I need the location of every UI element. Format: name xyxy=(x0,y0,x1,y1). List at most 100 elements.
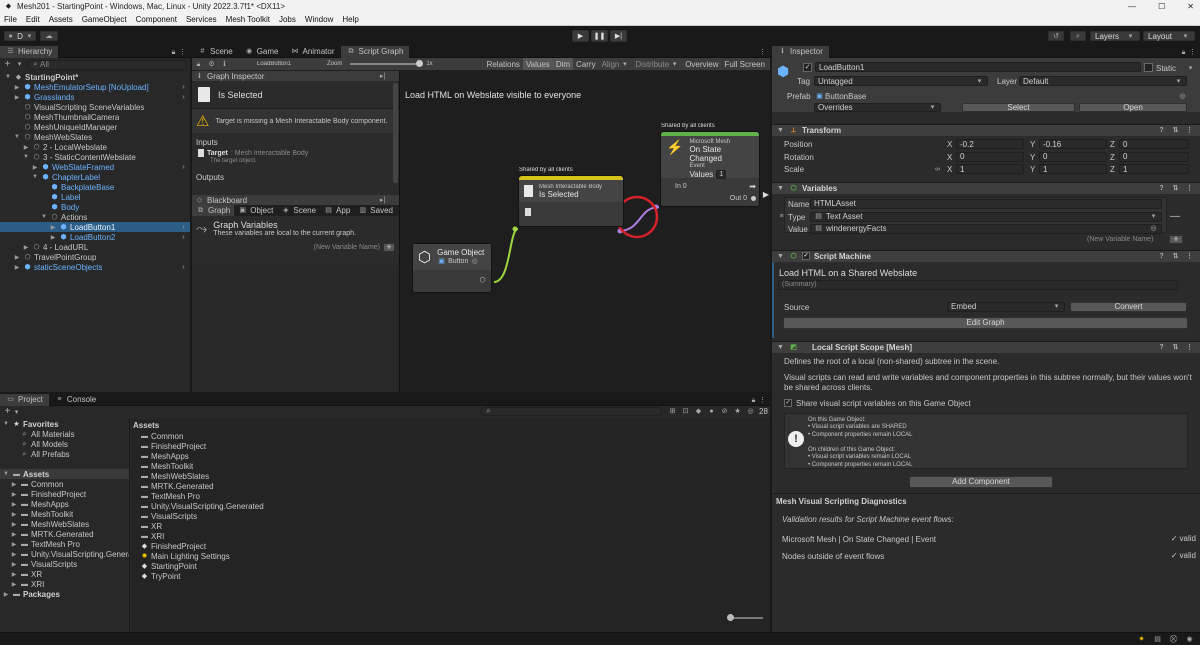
caret-right-icon[interactable]: ▶ xyxy=(13,254,21,261)
caret-right-icon[interactable]: ▶ xyxy=(22,244,30,251)
tab-game[interactable]: ◉ Game xyxy=(239,46,285,58)
hierarchy-item[interactable]: ⬢ BackplateBase xyxy=(0,182,190,192)
asset-folder[interactable]: ▬ Unity.VisualScripting.Generated xyxy=(140,501,770,511)
menu-help[interactable]: Help xyxy=(342,15,358,24)
hierarchy-item[interactable]: ▶ ⬢ LoadButton2 › xyxy=(0,232,190,242)
info-icon[interactable]: ℹ xyxy=(220,60,229,69)
collapse-icon[interactable]: ▸| xyxy=(378,72,387,81)
assets-breadcrumb[interactable]: Assets xyxy=(131,419,770,431)
open-button[interactable]: Open xyxy=(1079,103,1187,112)
help-icon[interactable]: ? xyxy=(1157,126,1166,135)
menu-component[interactable]: Component xyxy=(136,15,177,24)
transform-x-field[interactable]: 1 xyxy=(956,164,1024,174)
blackboard-tab-app[interactable]: ▤ App xyxy=(320,205,354,216)
hierarchy-item[interactable]: ▼ ⬡ MeshWebSlates xyxy=(0,132,190,142)
caret-right-icon[interactable]: ▶ xyxy=(10,581,18,588)
transform-x-field[interactable]: -0.2 xyxy=(956,139,1024,149)
hierarchy-item[interactable]: ▶ ⬡ 2 - LocalWebslate xyxy=(0,142,190,152)
hierarchy-item[interactable]: ▼ ⬡ 3 - StaticContentWebslate xyxy=(0,152,190,162)
local-scope-header[interactable]: ▼ ◩ Local Script Scope [Mesh] ? ⇅ ⋮ xyxy=(772,340,1200,353)
add-icon[interactable]: + xyxy=(3,407,12,417)
graph-breadcrumb[interactable]: LoadButton1 xyxy=(233,61,323,67)
zoom-slider[interactable] xyxy=(350,60,424,67)
project-tree-item[interactable]: ▼ ▬ Assets xyxy=(0,469,129,479)
port-event-out[interactable] xyxy=(751,196,756,201)
caret-right-icon[interactable]: ▶ xyxy=(10,561,18,568)
caret-down-icon[interactable]: ▼ xyxy=(4,74,12,80)
menu-mesh-toolkit[interactable]: Mesh Toolkit xyxy=(226,15,270,24)
search-button[interactable]: ⌕ xyxy=(1070,31,1086,41)
link-icon[interactable]: ∞ xyxy=(933,165,942,174)
hierarchy-item[interactable]: ⬢ Body xyxy=(0,202,190,212)
cache-icon[interactable]: ▤ xyxy=(1153,635,1162,644)
eye-off-icon[interactable]: ⊘ xyxy=(720,407,729,416)
graph-canvas[interactable]: Load HTML on Webslate visible to everyon… xyxy=(401,71,770,392)
search-by-label-icon[interactable]: ⊡ xyxy=(681,407,690,416)
slider-handle[interactable] xyxy=(727,614,734,621)
toggle-relations[interactable]: Relations xyxy=(484,58,523,70)
menu-assets[interactable]: Assets xyxy=(49,15,73,24)
caret-right-icon[interactable]: ▶ xyxy=(13,264,21,271)
project-tree-item[interactable]: ▶ ▬ MeshApps xyxy=(0,499,129,509)
script-machine-header[interactable]: ▼ ⬡ ✓ Script Machine ? ⇅ ⋮ xyxy=(772,249,1200,262)
layers-dropdown[interactable]: Layers ▾ xyxy=(1090,31,1140,41)
asset-file[interactable]: ◆ StartingPoint xyxy=(140,561,770,571)
node-on-state-changed[interactable]: ⚡ Microsoft Mesh On State Changed Event … xyxy=(660,131,760,207)
account-dropdown[interactable]: ● D ▾ xyxy=(4,31,36,41)
kebab-menu-icon[interactable]: ⋮ xyxy=(1185,252,1194,261)
hierarchy-item[interactable]: ▶ ⬢ staticSceneObjects › xyxy=(0,262,190,272)
info-icon[interactable]: ● xyxy=(707,407,716,416)
tab-project[interactable]: ▭ Project xyxy=(0,393,49,406)
toggle-carry[interactable]: Carry xyxy=(573,58,599,70)
tag-dropdown[interactable]: Untagged ▾ xyxy=(814,76,988,86)
step-button[interactable]: ▶| xyxy=(610,30,627,42)
lock-icon[interactable]: 🔒︎ xyxy=(749,396,758,405)
star-icon[interactable]: ★ xyxy=(733,407,742,416)
project-tree-item[interactable]: ▶ ▬ TextMesh Pro xyxy=(0,539,129,549)
asset-file[interactable]: ◆ TryPoint xyxy=(140,571,770,581)
caret-right-icon[interactable]: ▶ xyxy=(49,224,57,231)
asset-folder[interactable]: ▬ XR xyxy=(140,521,770,531)
menu-window[interactable]: Window xyxy=(305,15,333,24)
chevron-right-icon[interactable]: › xyxy=(179,233,188,242)
overrides-dropdown[interactable]: Overrides ▾ xyxy=(814,103,941,112)
asset-file[interactable]: ✹ Main Lighting Settings xyxy=(140,551,770,561)
hierarchy-item[interactable]: ▶ ⬢ LoadButton1 › xyxy=(0,222,190,232)
tab-inspector[interactable]: ℹ Inspector xyxy=(772,45,829,58)
caret-right-icon[interactable]: ▶ xyxy=(22,144,30,151)
toggle-full-screen[interactable]: Full Screen xyxy=(722,58,768,70)
chevron-right-icon[interactable]: › xyxy=(179,223,188,232)
cloud-button[interactable]: ☁ xyxy=(40,31,58,41)
target-icon[interactable]: ◎ xyxy=(1178,92,1187,101)
help-icon[interactable]: ? xyxy=(1157,252,1166,261)
script-machine-checkbox[interactable]: ✓ xyxy=(802,252,810,260)
chevron-right-icon[interactable]: › xyxy=(179,83,188,92)
lighting-icon[interactable]: ✷ xyxy=(1137,635,1146,644)
caret-down-icon[interactable]: ▼ xyxy=(22,154,30,160)
kebab-menu-icon[interactable]: ⋮ xyxy=(1185,343,1194,352)
node-is-selected[interactable]: Mesh Interactable Body Is Selected xyxy=(518,175,624,227)
tab-script-graph[interactable]: ⧉ Script Graph xyxy=(340,45,410,58)
maximize-button[interactable]: ☐ xyxy=(1158,2,1165,11)
chevron-right-icon[interactable]: › xyxy=(179,263,188,272)
project-tree-item[interactable]: ▶ ▬ FinishedProject xyxy=(0,489,129,499)
drag-handle-icon[interactable]: ≡ xyxy=(777,212,786,221)
collapse-icon[interactable]: ▸| xyxy=(378,196,387,205)
project-tree-item[interactable]: ▶ ▬ MeshWebSlates xyxy=(0,519,129,529)
var-value-field[interactable]: ▤ windenergyFacts ◎ xyxy=(810,223,1162,234)
menu-gameobject[interactable]: GameObject xyxy=(82,15,127,24)
hierarchy-item[interactable]: ⬡ MeshUniqueIdManager xyxy=(0,122,190,132)
asset-folder[interactable]: ▬ VisualScripts xyxy=(140,511,770,521)
var-name-input[interactable]: HTMLAsset xyxy=(810,198,1162,209)
tab-animator[interactable]: ⋈ Animator xyxy=(284,46,340,58)
kebab-menu-icon[interactable]: ⋮ xyxy=(178,48,187,57)
kebab-menu-icon[interactable]: ⋮ xyxy=(1188,48,1197,57)
menu-file[interactable]: File xyxy=(4,15,17,24)
settings-icon[interactable]: ⚙ xyxy=(207,60,216,69)
icon-size-slider[interactable] xyxy=(727,614,763,621)
asset-folder[interactable]: ▬ TextMesh Pro xyxy=(140,491,770,501)
select-button[interactable]: Select xyxy=(962,103,1075,112)
tab-scene[interactable]: # Scene xyxy=(192,46,239,58)
hierarchy-item[interactable]: ▶ ⬢ WebSlateFramed › xyxy=(0,162,190,172)
convert-button[interactable]: Convert xyxy=(1070,301,1187,312)
